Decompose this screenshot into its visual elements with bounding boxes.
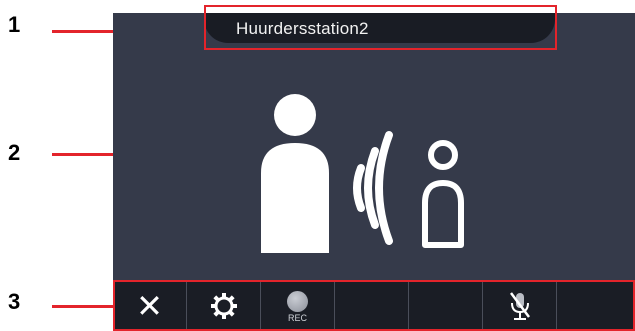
highlight-box-toolbar	[113, 280, 635, 331]
marker-number-3: 3	[8, 289, 21, 314]
figure: 1 2 3 Huurdersstation2 ✕ REC	[0, 0, 635, 331]
marker-number-1: 1	[8, 12, 21, 37]
marker-line-3	[52, 305, 118, 308]
person-calling-person-icon	[261, 93, 501, 258]
marker-number-2: 2	[8, 140, 21, 165]
highlight-box-title	[204, 5, 557, 50]
